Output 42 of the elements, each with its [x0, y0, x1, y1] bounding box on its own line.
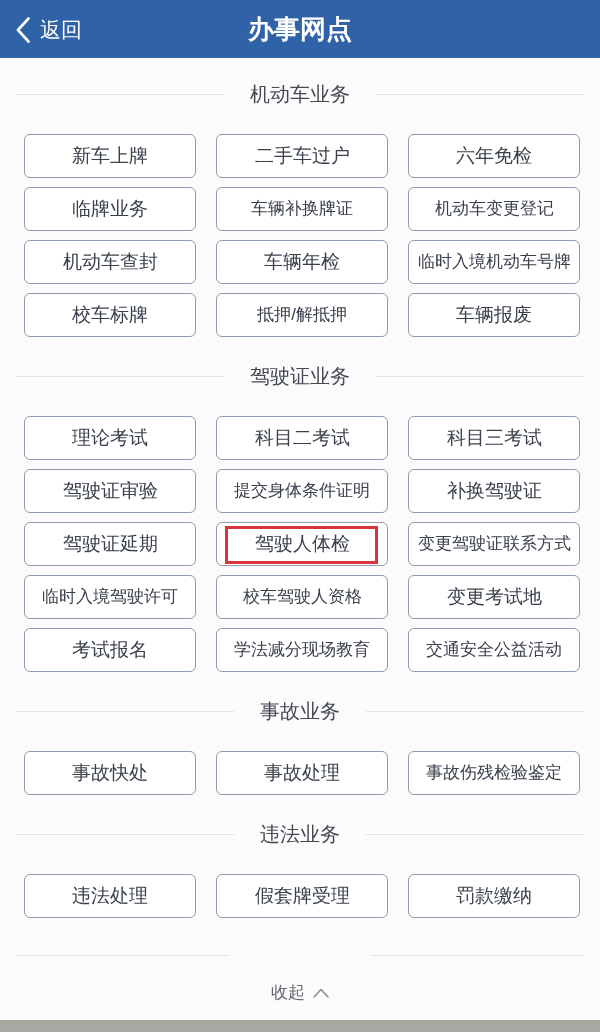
service-button[interactable]: 校车驾驶人资格 — [216, 575, 388, 619]
service-button[interactable]: 机动车变更登记 — [408, 187, 580, 231]
page-title: 办事网点 — [248, 12, 352, 46]
service-button[interactable]: 补换驾驶证 — [408, 469, 580, 513]
service-button[interactable]: 二手车过户 — [216, 134, 388, 178]
service-button[interactable]: 变更驾驶证联系方式 — [408, 522, 580, 566]
service-button[interactable]: 科目三考试 — [408, 416, 580, 460]
service-button[interactable]: 临时入境驾驶许可 — [24, 575, 196, 619]
service-button[interactable]: 驾驶证延期 — [24, 522, 196, 566]
service-button[interactable]: 事故处理 — [216, 751, 388, 795]
chevron-left-icon — [16, 16, 30, 43]
service-button[interactable]: 提交身体条件证明 — [216, 469, 388, 513]
service-button[interactable]: 新车上牌 — [24, 134, 196, 178]
service-button[interactable]: 驾驶人体检 — [216, 522, 388, 566]
caret-up-icon — [313, 987, 329, 998]
service-button[interactable]: 校车标牌 — [24, 293, 196, 337]
section-title: 驾驶证业务 — [249, 364, 351, 389]
section-title: 违法业务 — [259, 822, 341, 847]
service-button[interactable]: 机动车查封 — [24, 240, 196, 284]
section-title: 机动车业务 — [249, 82, 351, 107]
section-title: 事故业务 — [259, 699, 341, 724]
service-button[interactable]: 假套牌受理 — [216, 874, 388, 918]
service-button[interactable]: 车辆报废 — [408, 293, 580, 337]
collapse-button[interactable]: 收起 — [271, 980, 329, 1006]
service-button[interactable]: 车辆年检 — [216, 240, 388, 284]
service-button[interactable]: 考试报名 — [24, 628, 196, 672]
service-button[interactable]: 变更考试地 — [408, 575, 580, 619]
service-button[interactable]: 车辆补换牌证 — [216, 187, 388, 231]
service-button[interactable]: 临时入境机动车号牌 — [408, 240, 580, 284]
service-button[interactable]: 罚款缴纳 — [408, 874, 580, 918]
service-button[interactable]: 交通安全公益活动 — [408, 628, 580, 672]
service-button[interactable]: 理论考试 — [24, 416, 196, 460]
service-button[interactable]: 驾驶证审验 — [24, 469, 196, 513]
service-button[interactable]: 科目二考试 — [216, 416, 388, 460]
service-button[interactable]: 学法减分现场教育 — [216, 628, 388, 672]
service-button[interactable]: 事故伤残检验鉴定 — [408, 751, 580, 795]
service-button[interactable]: 违法处理 — [24, 874, 196, 918]
back-button[interactable]: 返回 — [16, 14, 82, 46]
service-button[interactable]: 六年免检 — [408, 134, 580, 178]
service-button[interactable]: 事故快处 — [24, 751, 196, 795]
service-button[interactable]: 抵押/解抵押 — [216, 293, 388, 337]
service-button[interactable]: 临牌业务 — [24, 187, 196, 231]
